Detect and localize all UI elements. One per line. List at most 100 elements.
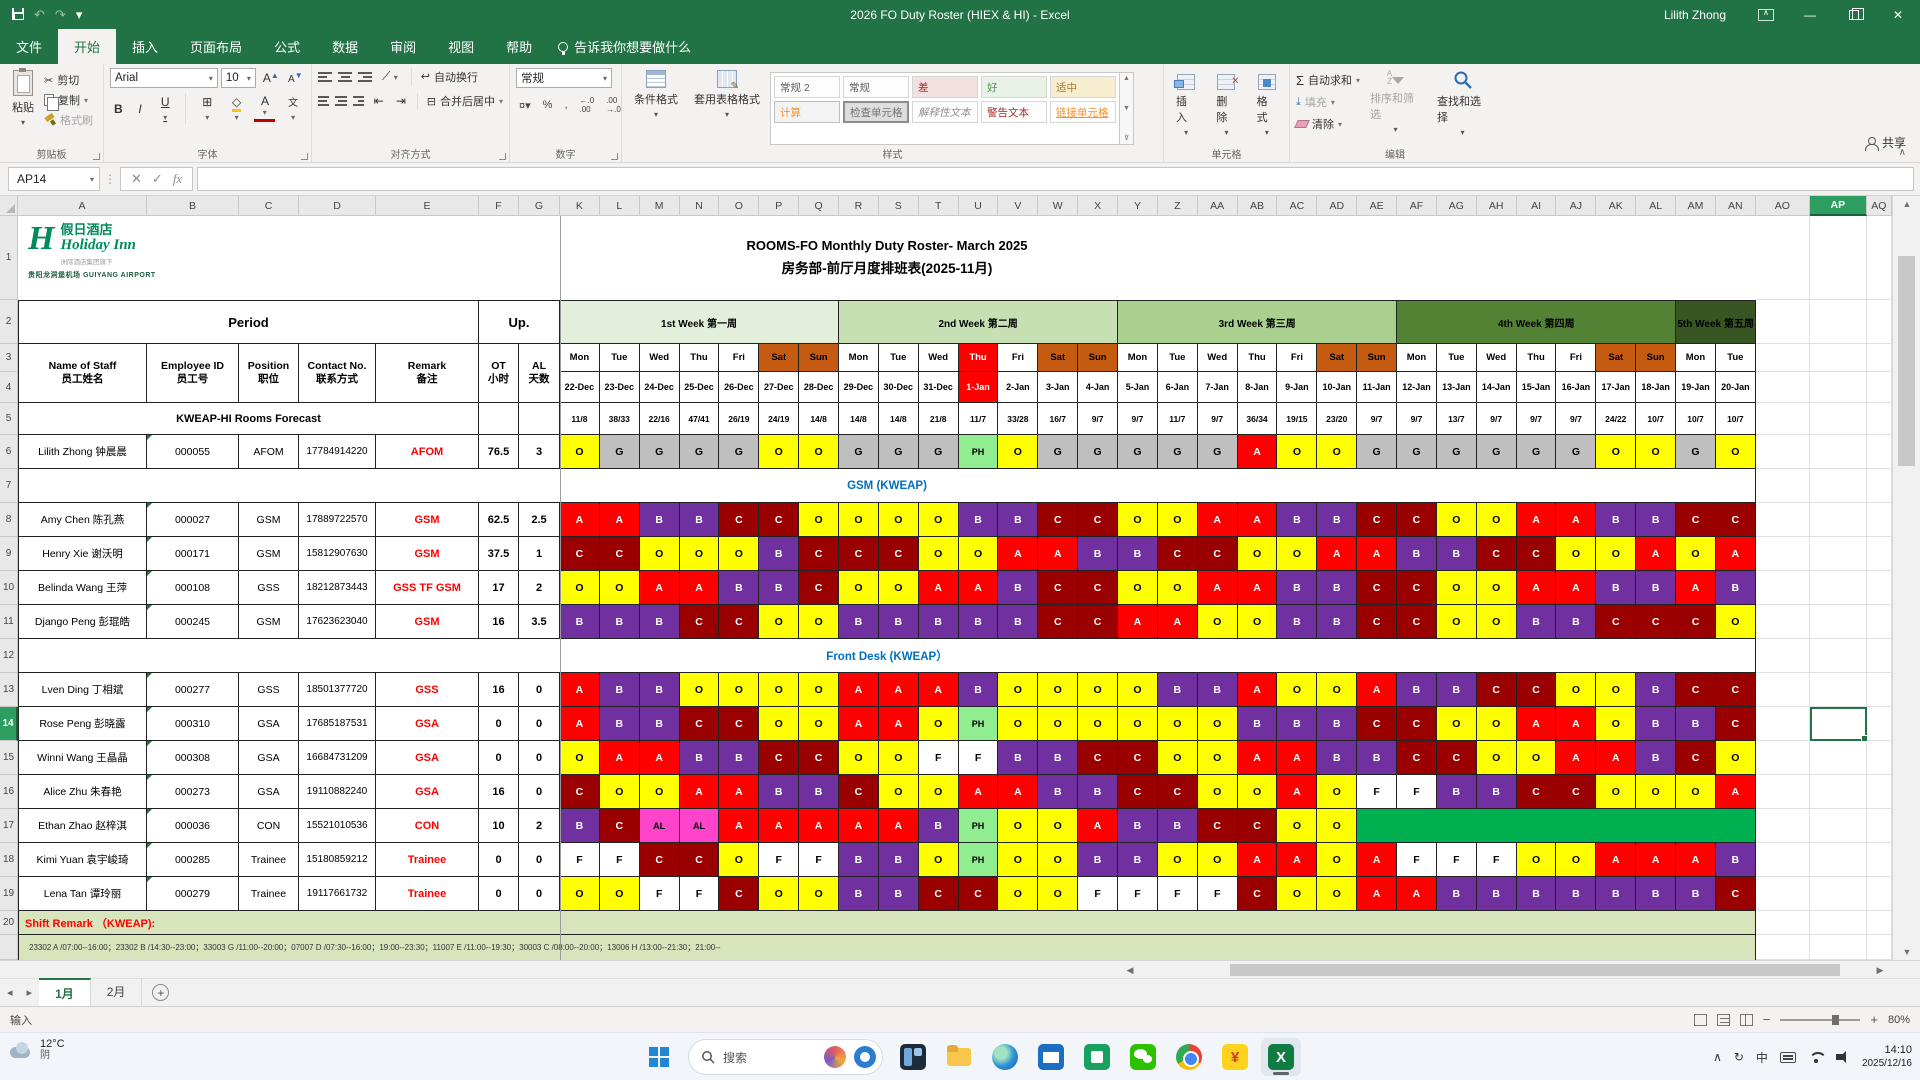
wrap-text-button[interactable]: ↩ 自动换行 xyxy=(421,69,478,85)
forecast-label[interactable]: KWEAP-HI Rooms Forecast xyxy=(18,403,479,435)
shift-cell-19-Jan[interactable]: A xyxy=(1676,843,1716,877)
shift-cell-22-Dec[interactable]: O xyxy=(560,435,600,469)
signed-in-user[interactable]: Lilith Zhong xyxy=(1664,8,1726,22)
row-header-2[interactable]: 2 xyxy=(0,300,18,344)
forecast-6-Jan[interactable]: 11/7 xyxy=(1157,403,1198,435)
shift-cell-15-Jan[interactable]: C xyxy=(1516,775,1557,809)
decrease-font-icon[interactable]: A▼ xyxy=(284,70,305,86)
shift-cell-27-Dec[interactable]: C xyxy=(759,503,800,537)
shift-cell-2-Jan[interactable]: A xyxy=(998,775,1039,809)
shift-cell-6-Jan[interactable]: O xyxy=(1157,571,1198,605)
scroll-right-icon[interactable]: ▶ xyxy=(1872,963,1888,977)
shift-cell-23-Dec[interactable]: G xyxy=(599,435,640,469)
day-header-18-Jan[interactable]: Sun xyxy=(1636,344,1677,372)
shift-cell-23-Dec[interactable]: A xyxy=(599,503,640,537)
cell-style-好[interactable]: 好 xyxy=(981,76,1047,98)
staff-name-cell[interactable]: Lven Ding 丁相斌 xyxy=(18,673,147,707)
date-header-13-Jan[interactable]: 13-Jan xyxy=(1436,372,1477,403)
shift-cell-30-Dec[interactable]: B xyxy=(878,605,919,639)
align-right-icon[interactable] xyxy=(352,96,364,106)
shift-cell-8-Jan[interactable]: O xyxy=(1237,537,1278,571)
align-middle-icon[interactable] xyxy=(338,71,352,82)
staff-name-cell[interactable]: Alice Zhu 朱春艳 xyxy=(18,775,147,809)
date-header-20-Jan[interactable]: 20-Jan xyxy=(1715,372,1756,403)
shift-cell-8-Jan[interactable]: A xyxy=(1237,843,1278,877)
staff-ot-cell[interactable]: 76.5 xyxy=(479,435,519,469)
staff-id-cell[interactable]: 000036 xyxy=(147,809,239,843)
shift-cell-5-Jan[interactable]: F xyxy=(1118,877,1158,911)
shift-cell-31-Dec[interactable]: O xyxy=(918,537,959,571)
day-header-20-Jan[interactable]: Tue xyxy=(1715,344,1756,372)
staff-contact-cell[interactable]: 19117661732 xyxy=(299,877,376,911)
shift-cell-30-Dec[interactable]: O xyxy=(878,571,919,605)
format-as-table-button[interactable]: 套用表格格式▾ xyxy=(688,68,766,145)
forecast-10-Jan[interactable]: 23/20 xyxy=(1317,403,1358,435)
empty-cell-AQ[interactable] xyxy=(1866,775,1892,809)
shift-cell-19-Jan[interactable]: O xyxy=(1676,775,1716,809)
shift-cell-18-Jan[interactable]: B xyxy=(1636,741,1677,775)
date-header-24-Dec[interactable]: 24-Dec xyxy=(639,372,680,403)
shift-cell-13-Jan[interactable]: F xyxy=(1436,843,1477,877)
empty-cell-AO[interactable] xyxy=(1756,469,1810,503)
shift-cell-13-Jan[interactable]: G xyxy=(1436,435,1477,469)
shift-cell-31-Dec[interactable]: B xyxy=(918,605,959,639)
col-header-F[interactable]: F xyxy=(479,196,519,216)
shift-cell-27-Dec[interactable]: B xyxy=(759,775,800,809)
shift-cell-26-Dec[interactable]: C xyxy=(719,605,760,639)
shift-cell-7-Jan[interactable]: O xyxy=(1197,775,1238,809)
shift-cell-18-Jan[interactable]: B xyxy=(1636,877,1677,911)
empty-cell-AP[interactable] xyxy=(1809,877,1867,911)
empty-cell-AP[interactable] xyxy=(1809,809,1867,843)
forecast-8-Jan[interactable]: 36/34 xyxy=(1237,403,1278,435)
shift-cell-30-Dec[interactable]: B xyxy=(878,877,919,911)
date-header-30-Dec[interactable]: 30-Dec xyxy=(878,372,919,403)
comma-style-icon[interactable]: , xyxy=(561,99,570,111)
shift-cell-17-Jan[interactable]: B xyxy=(1596,877,1637,911)
staff-name-cell[interactable]: Kimi Yuan 袁宇峻琦 xyxy=(18,843,147,877)
shift-cell-22-Dec[interactable]: A xyxy=(560,673,600,707)
empty-cell-AP[interactable] xyxy=(1809,775,1867,809)
shift-cell-23-Dec[interactable]: O xyxy=(599,775,640,809)
table-header-position[interactable]: Position 职位 xyxy=(239,344,299,403)
staff-position-cell[interactable]: Trainee xyxy=(239,843,299,877)
shift-cell-2-Jan[interactable]: B xyxy=(998,503,1039,537)
shift-cell-20-Jan[interactable]: B xyxy=(1715,571,1756,605)
shift-cell-22-Dec[interactable]: A xyxy=(560,503,600,537)
zoom-out-icon[interactable]: − xyxy=(1763,1012,1771,1027)
staff-position-cell[interactable]: GSM xyxy=(239,537,299,571)
conditional-formatting-button[interactable]: 条件格式 ▾ xyxy=(628,68,684,145)
shift-cell-13-Jan[interactable]: B xyxy=(1436,673,1477,707)
shift-cell-16-Jan[interactable]: O xyxy=(1556,537,1597,571)
staff-name-cell[interactable]: Lena Tan 谭玲丽 xyxy=(18,877,147,911)
forecast-18-Jan[interactable]: 10/7 xyxy=(1636,403,1677,435)
forecast-19-Jan[interactable]: 10/7 xyxy=(1676,403,1716,435)
col-header-E[interactable]: E xyxy=(376,196,479,216)
shift-cell-17-Jan[interactable]: B xyxy=(1596,503,1637,537)
empty-cell-AP[interactable] xyxy=(1809,503,1867,537)
collapse-ribbon-icon[interactable]: ∧ xyxy=(1899,147,1906,158)
shift-cell-7-Jan[interactable]: B xyxy=(1197,673,1238,707)
underline-button[interactable]: U ▾ xyxy=(154,94,176,124)
date-header-15-Jan[interactable]: 15-Jan xyxy=(1516,372,1557,403)
hscroll-thumb[interactable] xyxy=(1230,964,1840,976)
shift-cell-29-Dec[interactable]: A xyxy=(839,707,879,741)
shift-cell-20-Jan[interactable]: A xyxy=(1715,775,1756,809)
staff-al-cell[interactable]: 3 xyxy=(519,435,560,469)
staff-al-cell[interactable]: 0 xyxy=(519,775,560,809)
staff-ot-cell[interactable]: 62.5 xyxy=(479,503,519,537)
staff-remark-cell[interactable]: GSA xyxy=(376,775,479,809)
shift-cell-26-Dec[interactable]: O xyxy=(719,537,760,571)
col-header-B[interactable]: B xyxy=(147,196,239,216)
staff-al-cell[interactable]: 2.5 xyxy=(519,503,560,537)
shift-cell-23-Dec[interactable]: F xyxy=(599,843,640,877)
staff-position-cell[interactable]: CON xyxy=(239,809,299,843)
sort-filter-button[interactable]: AZ 排序和筛选 ▾ xyxy=(1364,68,1427,145)
shift-cell-10-Jan[interactable]: O xyxy=(1317,843,1358,877)
date-header-29-Dec[interactable]: 29-Dec xyxy=(839,372,879,403)
shift-cell-1-Jan[interactable]: B xyxy=(958,503,999,537)
forecast-11-Jan[interactable]: 9/7 xyxy=(1357,403,1398,435)
empty-cell-AP[interactable] xyxy=(1809,537,1867,571)
horizontal-scrollbar[interactable]: ◀ ▶ xyxy=(0,960,1920,978)
shift-cell-19-Jan[interactable]: C xyxy=(1676,605,1716,639)
col-header-R[interactable]: R xyxy=(839,196,879,216)
